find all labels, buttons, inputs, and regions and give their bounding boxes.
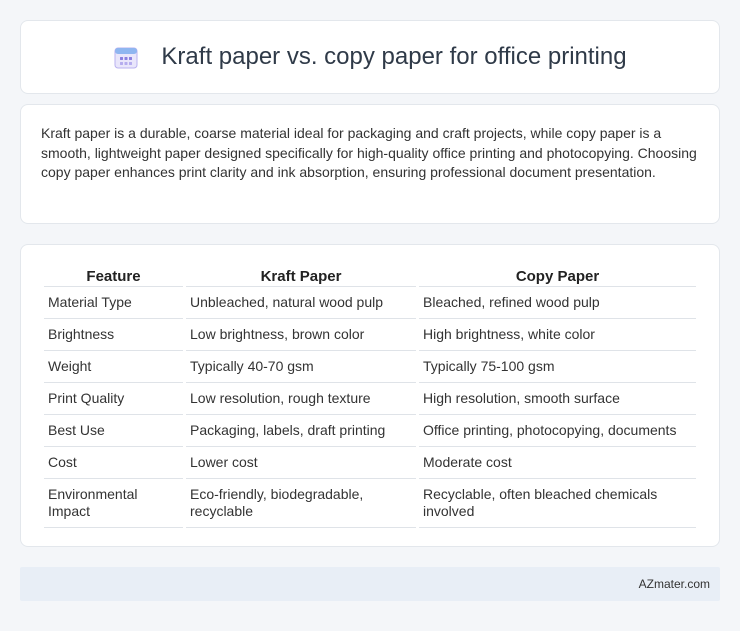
row-kraft-cell: Low brightness, brown color	[186, 319, 416, 351]
row-copy-cell: Office printing, photocopying, documents	[419, 415, 696, 447]
row-kraft-cell: Packaging, labels, draft printing	[186, 415, 416, 447]
table-row: Environmental Impact Eco-friendly, biode…	[44, 479, 696, 528]
column-header-copy-paper: Copy Paper	[419, 267, 696, 287]
table-row: Cost Lower cost Moderate cost	[44, 447, 696, 479]
row-feature-cell: Brightness	[44, 319, 183, 351]
comparison-table: Feature Kraft Paper Copy Paper Material …	[41, 267, 699, 528]
row-feature-cell: Weight	[44, 351, 183, 383]
row-copy-cell: Recyclable, often bleached chemicals inv…	[419, 479, 696, 528]
table-row: Weight Typically 40-70 gsm Typically 75-…	[44, 351, 696, 383]
row-copy-cell: Typically 75-100 gsm	[419, 351, 696, 383]
row-feature-cell: Material Type	[44, 287, 183, 319]
row-kraft-cell: Eco-friendly, biodegradable, recyclable	[186, 479, 416, 528]
intro-paragraph: Kraft paper is a durable, coarse materia…	[41, 125, 697, 180]
row-feature-cell: Environmental Impact	[44, 479, 183, 528]
table-row: Print Quality Low resolution, rough text…	[44, 383, 696, 415]
table-row: Brightness Low brightness, brown color H…	[44, 319, 696, 351]
footer-site-link[interactable]: AZmater.com	[639, 577, 710, 591]
table-row: Best Use Packaging, labels, draft printi…	[44, 415, 696, 447]
calendar-icon	[113, 44, 139, 70]
row-copy-cell: High brightness, white color	[419, 319, 696, 351]
title-card: Kraft paper vs. copy paper for office pr…	[20, 20, 720, 94]
title-row: Kraft paper vs. copy paper for office pr…	[113, 43, 627, 71]
row-kraft-cell: Lower cost	[186, 447, 416, 479]
comparison-card: Feature Kraft Paper Copy Paper Material …	[20, 244, 720, 547]
table-row: Material Type Unbleached, natural wood p…	[44, 287, 696, 319]
row-copy-cell: Bleached, refined wood pulp	[419, 287, 696, 319]
column-header-kraft-paper: Kraft Paper	[186, 267, 416, 287]
row-copy-cell: High resolution, smooth surface	[419, 383, 696, 415]
footer-bar: AZmater.com	[20, 567, 720, 601]
row-feature-cell: Cost	[44, 447, 183, 479]
page-title: Kraft paper vs. copy paper for office pr…	[161, 43, 627, 70]
column-header-feature: Feature	[44, 267, 183, 287]
row-kraft-cell: Typically 40-70 gsm	[186, 351, 416, 383]
intro-card: Kraft paper is a durable, coarse materia…	[20, 104, 720, 224]
row-kraft-cell: Low resolution, rough texture	[186, 383, 416, 415]
row-feature-cell: Print Quality	[44, 383, 183, 415]
row-feature-cell: Best Use	[44, 415, 183, 447]
table-header-row: Feature Kraft Paper Copy Paper	[44, 267, 696, 287]
row-copy-cell: Moderate cost	[419, 447, 696, 479]
row-kraft-cell: Unbleached, natural wood pulp	[186, 287, 416, 319]
